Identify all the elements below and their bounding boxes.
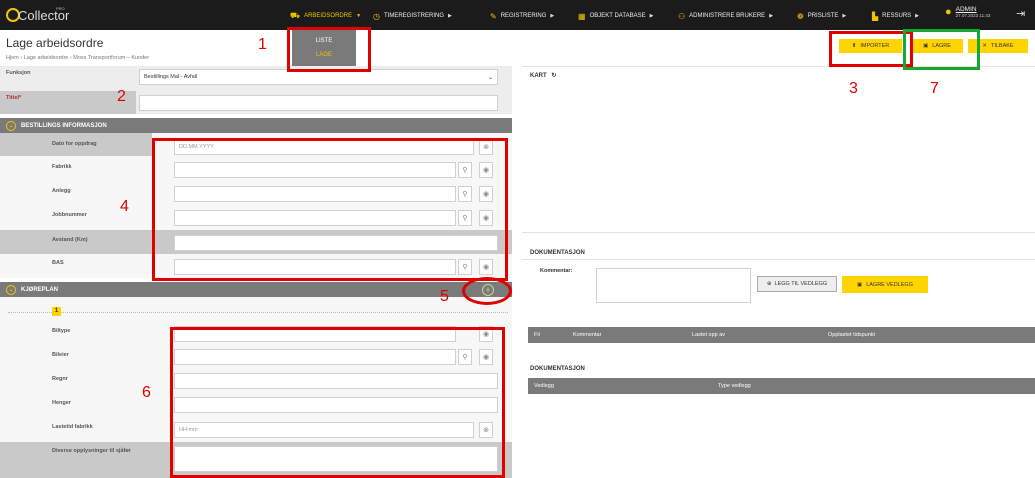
caret-down-icon: ▼ bbox=[356, 13, 362, 19]
edit-icon: ✎ bbox=[490, 11, 497, 21]
henger-label: Henger bbox=[52, 400, 71, 406]
annotation-number-1: 1 bbox=[258, 36, 267, 53]
regnr-label: Regnr bbox=[52, 376, 68, 382]
dokument-table-header: Vedlegg Type vedlegg bbox=[528, 378, 1035, 394]
nav-timeregistrering[interactable]: ◷ TIMEREGISTRERING ▶ bbox=[373, 10, 452, 22]
anlegg-label: Anlegg bbox=[52, 188, 71, 194]
annotation-number-4: 4 bbox=[120, 198, 129, 215]
nav-arbeidsordre[interactable]: ⛟ ARBEIDSORDRE ▼ bbox=[290, 10, 361, 22]
close-icon: ✕ bbox=[982, 43, 987, 49]
annotation-number-3: 3 bbox=[849, 80, 858, 97]
col-lastet-opp-av: Lastet opp av bbox=[692, 332, 726, 338]
user-avatar-icon: ● bbox=[945, 6, 952, 18]
caret-right-icon: ▶ bbox=[915, 13, 920, 19]
chevron-down-icon: ⌄ bbox=[487, 74, 493, 81]
annotation-box-7 bbox=[903, 29, 980, 70]
plan-divider bbox=[8, 312, 508, 313]
user-date: 27.07.2023 11:43 bbox=[955, 13, 991, 18]
caret-right-icon: ▶ bbox=[649, 13, 654, 19]
lagre-vedlegg-button[interactable]: ▣ LAGRE VEDLEGG bbox=[842, 276, 928, 293]
funksjon-label: Funksjon bbox=[6, 70, 31, 76]
collapse-toggle-icon: ⌄ bbox=[6, 120, 16, 131]
nav-ressurs[interactable]: ▙ RESSURS ▶ bbox=[872, 10, 919, 22]
save-icon: ▣ bbox=[857, 281, 863, 288]
bileier-label: Bileier bbox=[52, 352, 69, 358]
col-kommentar: Kommentar bbox=[573, 332, 602, 338]
plan-index-badge: 1 bbox=[52, 307, 61, 316]
annotation-number-7: 7 bbox=[930, 80, 939, 97]
kommentar-textarea[interactable] bbox=[596, 268, 751, 303]
nav-registrering[interactable]: ✎ REGISTRERING ▶ bbox=[490, 10, 554, 22]
clock-icon: ◷ bbox=[373, 11, 380, 21]
bas-label: BAS bbox=[52, 260, 64, 266]
top-navigation-bar: Collector PRO ⛟ ARBEIDSORDRE ▼ ◷ TIMEREG… bbox=[0, 0, 1035, 30]
diverse-label: Diverse opplysninger til sjåfør bbox=[52, 448, 131, 454]
jobbnummer-label: Jobbnummer bbox=[52, 212, 87, 218]
nav-prisliste[interactable]: ❁ PRISLISTE ▶ bbox=[797, 10, 846, 22]
caret-right-icon: ▶ bbox=[842, 13, 847, 19]
annotation-box-3 bbox=[829, 31, 913, 67]
annotation-circle-5 bbox=[462, 277, 512, 305]
dokumentasjon-header-2: DOKUMENTASJON bbox=[530, 366, 585, 372]
annotation-number-6: 6 bbox=[142, 384, 151, 401]
logo-pro-badge: PRO bbox=[56, 6, 65, 11]
col-vedlegg: Vedlegg bbox=[534, 383, 554, 389]
tittel-input[interactable] bbox=[139, 95, 498, 111]
col-opplastet-tidspunkt: Opplastet tidspunkt bbox=[828, 332, 876, 338]
caret-right-icon: ▶ bbox=[550, 13, 555, 19]
page-title: Lage arbeidsordre bbox=[6, 36, 104, 50]
col-type-vedlegg: Type vedlegg bbox=[718, 383, 751, 389]
database-icon: ▦ bbox=[578, 11, 586, 21]
nav-objekt-database[interactable]: ▦ OBJEKT DATABASE ▶ bbox=[578, 10, 653, 22]
dato-label: Dato for oppdrag bbox=[52, 141, 97, 147]
section-bestillings-informasjon[interactable]: ⌄ BESTILLINGS INFORMASJON bbox=[0, 118, 512, 133]
lastetid-label: Lastetid fabrikk bbox=[52, 424, 93, 430]
collector-logo[interactable]: Collector PRO bbox=[6, 5, 69, 25]
users-icon: ⚇ bbox=[678, 11, 686, 21]
truck-icon: ⛟ bbox=[290, 11, 301, 20]
kart-bottom-line bbox=[522, 232, 1035, 233]
resource-icon: ▙ bbox=[872, 11, 879, 21]
caret-right-icon: ▶ bbox=[448, 13, 452, 19]
nav-administrere-brukere[interactable]: ⚇ ADMINISTRERE BRUKERE ▶ bbox=[678, 10, 773, 22]
user-menu[interactable]: ● ADMIN 27.07.2023 11:43 bbox=[945, 6, 990, 18]
annotation-box-1 bbox=[287, 27, 371, 72]
kommentar-label: Kommentar: bbox=[540, 268, 573, 274]
annotation-number-2: 2 bbox=[117, 88, 126, 105]
dok-line bbox=[522, 259, 1035, 260]
refresh-icon[interactable]: ↻ bbox=[551, 73, 556, 79]
logout-icon[interactable]: ⇥ bbox=[1016, 7, 1028, 21]
vedlegg-table-header: Fil Kommentar Lastet opp av Opplastet ti… bbox=[528, 327, 1035, 343]
legg-til-vedlegg-button[interactable]: ⊕ LEGG TIL VEDLEGG bbox=[757, 276, 837, 292]
kart-label: KART ↻ bbox=[530, 73, 557, 79]
avstand-label: Avstand (Km) bbox=[52, 237, 88, 243]
dokumentasjon-header: DOKUMENTASJON bbox=[530, 250, 585, 256]
price-icon: ❁ bbox=[797, 11, 804, 21]
fabrikk-label: Fabrikk bbox=[52, 164, 72, 170]
caret-right-icon: ▶ bbox=[769, 13, 774, 19]
breadcrumb[interactable]: Hjem › Lage arbeidsordre › Moss Transpor… bbox=[6, 55, 149, 61]
annotation-box-6 bbox=[170, 327, 505, 478]
col-fil: Fil bbox=[534, 332, 540, 338]
annotation-number-5: 5 bbox=[440, 288, 449, 305]
section-kjoreplan[interactable]: ⌄ KJØREPLAN bbox=[0, 282, 512, 297]
user-name[interactable]: ADMIN bbox=[956, 6, 991, 13]
paperclip-icon: ⊕ bbox=[766, 281, 772, 287]
tittel-label: Tittel* bbox=[6, 95, 22, 101]
collapse-toggle-icon: ⌄ bbox=[6, 284, 16, 295]
annotation-box-4 bbox=[152, 138, 508, 281]
biltype-label: Biltype bbox=[52, 328, 71, 334]
